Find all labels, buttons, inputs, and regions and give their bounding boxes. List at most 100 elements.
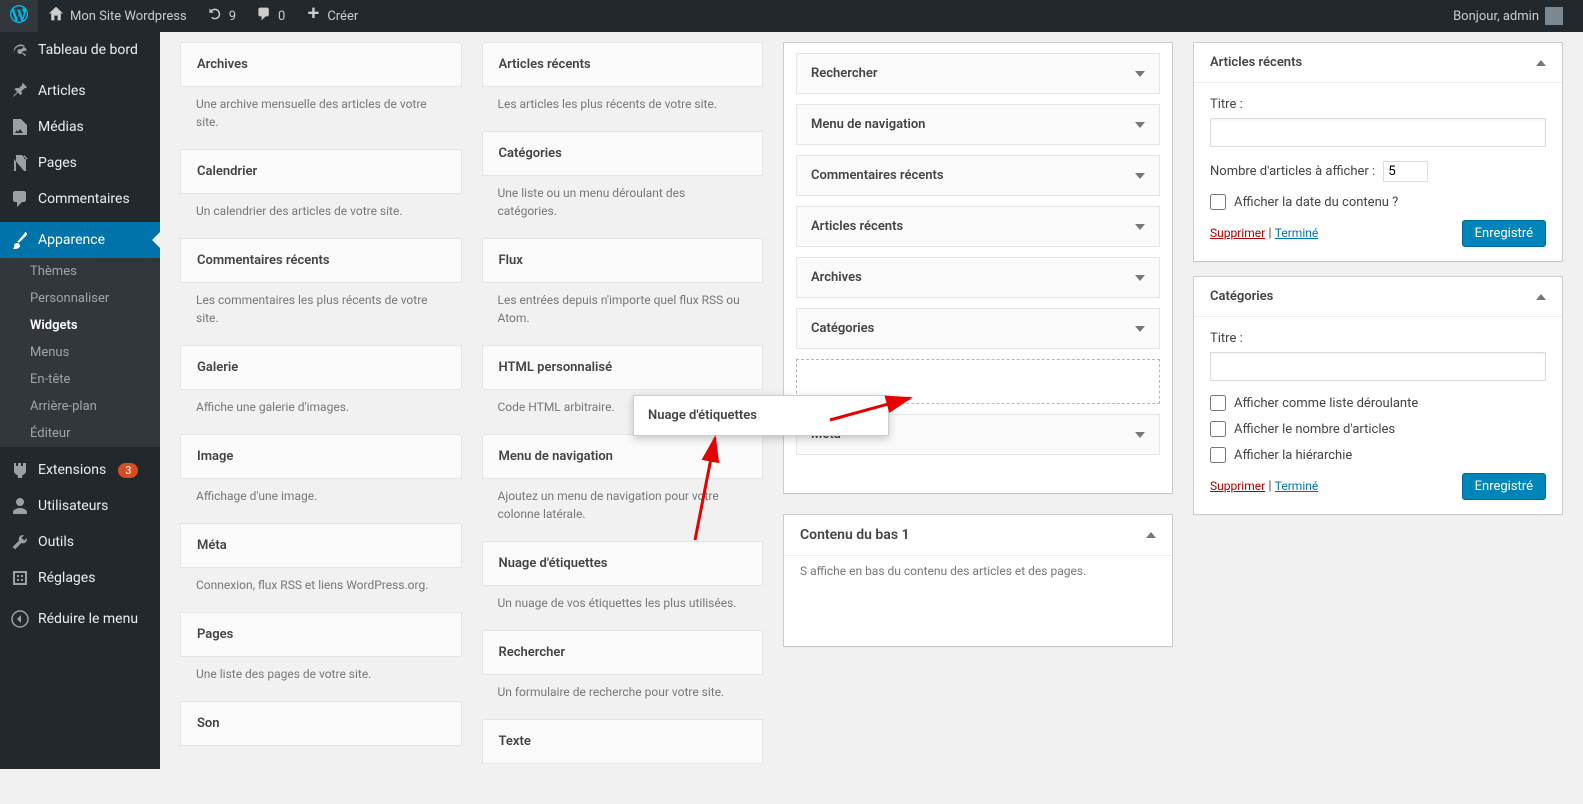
recent-title-input[interactable] [1210,118,1546,147]
available-widget[interactable]: Galerie [180,345,462,390]
available-widget-title: Son [181,702,461,745]
dashboard-icon [10,40,30,60]
placed-widget[interactable]: Catégories [796,308,1160,349]
available-widget-title: Flux [483,239,763,282]
available-widget-desc: Les commentaires les plus récents de vot… [180,283,462,345]
cats-done-link[interactable]: Terminé [1275,479,1318,493]
menu-collapse[interactable]: Réduire le menu [0,601,160,637]
submenu-background[interactable]: Arrière-plan [0,393,160,420]
placed-widget-title: Catégories [811,321,874,336]
submenu-menus[interactable]: Menus [0,339,160,366]
adminbar-site[interactable]: Mon Site Wordpress [38,0,197,32]
available-widget-desc: Un calendrier des articles de votre site… [180,194,462,238]
wordpress-icon [10,5,28,27]
cats-save-button[interactable]: Enregistré [1462,473,1546,500]
caret-down-icon [1135,432,1145,438]
available-widget-title: Catégories [483,132,763,175]
submenu-header[interactable]: En-tête [0,366,160,393]
available-widget-title: Galerie [181,346,461,389]
adminbar-create[interactable]: Créer [295,0,368,32]
adminbar-wp-logo[interactable] [0,0,38,32]
available-widget-desc: Une archive mensuelle des articles de vo… [180,87,462,149]
placed-widget[interactable]: Commentaires récents [796,155,1160,196]
cats-count-checkbox[interactable] [1210,421,1226,437]
recent-save-button[interactable]: Enregistré [1462,220,1546,247]
submenu-themes[interactable]: Thèmes [0,258,160,285]
menu-users[interactable]: Utilisateurs [0,488,160,524]
menu-appearance-label: Apparence [38,232,105,248]
update-icon [207,6,223,26]
recent-delete-link[interactable]: Supprimer [1210,226,1265,240]
config-cats-toggle[interactable]: Catégories [1194,277,1562,317]
annotation-arrow [680,430,730,554]
available-widget[interactable]: Calendrier [180,149,462,194]
available-widget-title: Pages [181,613,461,656]
available-widget[interactable]: Flux [482,238,764,283]
caret-down-icon [1135,173,1145,179]
collapse-icon [10,609,30,629]
menu-tools[interactable]: Outils [0,524,160,560]
available-widget[interactable]: HTML personnalisé [482,345,764,390]
available-widget-desc: Un formulaire de recherche pour votre si… [482,675,764,719]
available-widget-title: Rechercher [483,631,763,674]
menu-appearance[interactable]: Apparence [0,222,160,258]
plugins-badge: 3 [118,463,138,478]
menu-posts[interactable]: Articles [0,73,160,109]
available-widget[interactable]: Catégories [482,131,764,176]
menu-tools-label: Outils [38,534,74,550]
available-widget[interactable]: Méta [180,523,462,568]
media-icon [10,117,30,137]
menu-comments[interactable]: Commentaires [0,181,160,217]
available-widget-title: HTML personnalisé [483,346,763,389]
submenu-editor[interactable]: Éditeur [0,420,160,447]
available-widget-title: Image [181,435,461,478]
cats-dropdown-checkbox[interactable] [1210,395,1226,411]
cats-hierarchy-label: Afficher la hiérarchie [1234,448,1352,463]
caret-up-icon [1536,60,1546,66]
adminbar-account[interactable]: Bonjour, admin [1443,0,1573,32]
recent-count-input[interactable] [1383,161,1428,182]
placed-widget[interactable]: Articles récents [796,206,1160,247]
cats-delete-link[interactable]: Supprimer [1210,479,1265,493]
menu-settings[interactable]: Réglages [0,560,160,596]
available-widget[interactable]: Archives [180,42,462,87]
cats-title-input[interactable] [1210,352,1546,381]
available-widget[interactable]: Pages [180,612,462,657]
cats-title-label: Titre : [1210,331,1546,346]
comment-icon [10,189,30,209]
adminbar-site-name: Mon Site Wordpress [70,9,187,24]
avatar [1545,7,1563,25]
available-widget[interactable]: Son [180,701,462,746]
placed-widget[interactable]: Archives [796,257,1160,298]
placed-widget-title: Menu de navigation [811,117,925,132]
caret-up-icon [1146,532,1156,538]
config-recent-toggle[interactable]: Articles récents [1194,43,1562,83]
recent-showdate-checkbox[interactable] [1210,194,1226,210]
submenu-customize[interactable]: Personnaliser [0,285,160,312]
recent-done-link[interactable]: Terminé [1275,226,1318,240]
available-widget[interactable]: Commentaires récents [180,238,462,283]
adminbar-updates[interactable]: 9 [197,0,246,32]
plugin-icon [10,460,30,480]
cats-count-label: Afficher le nombre d'articles [1234,422,1395,437]
menu-media[interactable]: Médias [0,109,160,145]
cats-dropdown-label: Afficher comme liste déroulante [1234,396,1418,411]
recent-count-label: Nombre d'articles à afficher : [1210,164,1375,179]
available-widget[interactable]: Texte [482,719,764,764]
available-widget[interactable]: Articles récents [482,42,764,87]
menu-dashboard[interactable]: Tableau de bord [0,32,160,68]
adminbar-comments[interactable]: 0 [246,0,295,32]
placed-widget-title: Commentaires récents [811,168,944,183]
available-widget-desc: Une liste des pages de votre site. [180,657,462,701]
submenu-widgets[interactable]: Widgets [0,312,160,339]
cats-hierarchy-checkbox[interactable] [1210,447,1226,463]
menu-plugins[interactable]: Extensions 3 [0,452,160,488]
menu-plugins-label: Extensions [38,462,106,478]
available-widget[interactable]: Rechercher [482,630,764,675]
available-widget[interactable]: Image [180,434,462,479]
placed-widget[interactable]: Rechercher [796,53,1160,94]
plus-icon [305,6,321,26]
menu-pages[interactable]: Pages [0,145,160,181]
bottom-panel-toggle[interactable]: Contenu du bas 1 [784,515,1172,556]
placed-widget[interactable]: Menu de navigation [796,104,1160,145]
